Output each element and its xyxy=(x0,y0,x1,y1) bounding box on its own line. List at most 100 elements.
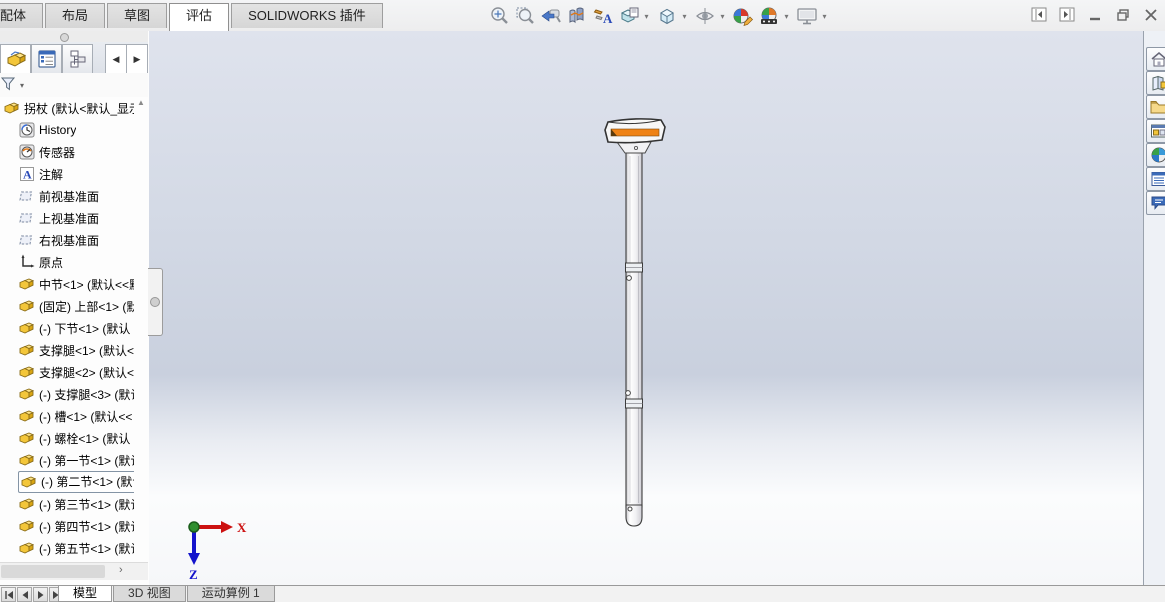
tree-item-16[interactable]: (-) 第二节<1> (默认 xyxy=(0,471,134,493)
tree-item-13[interactable]: (-) 槽<1> (默认<< xyxy=(0,405,134,427)
history-icon xyxy=(18,122,35,138)
tree-item-9[interactable]: (-) 下节<1> (默认 xyxy=(0,317,134,339)
tree-item-5[interactable]: 右视基准面 xyxy=(0,229,134,251)
part-icon xyxy=(18,386,35,402)
tree-item-14[interactable]: (-) 螺栓<1> (默认 xyxy=(0,427,134,449)
tree-item-3[interactable]: 前视基准面 xyxy=(0,185,134,207)
section-view-icon[interactable] xyxy=(565,4,589,28)
taskpane-solidworks-resources-home-icon[interactable] xyxy=(1146,47,1165,71)
zoom-to-fit-icon[interactable] xyxy=(487,4,511,28)
ribbon-tab-1[interactable]: 布局 xyxy=(45,3,105,28)
tree-item-6[interactable]: 原点 xyxy=(0,251,134,273)
panel-tab-configuration-manager[interactable] xyxy=(62,44,93,73)
taskpane-file-explorer-icon[interactable] xyxy=(1146,95,1165,119)
tree-item-15[interactable]: (-) 第一节<1> (默认 xyxy=(0,449,134,471)
filter-funnel-icon[interactable] xyxy=(0,75,18,96)
sheet-next-icon[interactable] xyxy=(33,587,48,602)
splitter-dot xyxy=(150,297,160,307)
part-icon xyxy=(18,496,35,512)
sensors-icon xyxy=(18,144,35,160)
taskpane-design-library-icon[interactable] xyxy=(1146,71,1165,95)
panel-splitter-handle[interactable] xyxy=(148,268,163,336)
svg-text:Z: Z xyxy=(189,567,198,582)
apply-scene-dropdown-caret[interactable]: ▾ xyxy=(782,12,791,21)
collapse-right-pane-button[interactable] xyxy=(1055,5,1079,25)
tree-item-7[interactable]: 中节<1> (默认<<默 xyxy=(0,273,134,295)
panel-tabs-left-icon[interactable]: ◀ xyxy=(106,45,126,73)
tree-item-label: History xyxy=(39,123,76,137)
taskpane-custom-properties-list-icon[interactable] xyxy=(1146,167,1165,191)
view-settings-dropdown-caret[interactable]: ▾ xyxy=(820,12,829,21)
svg-text:A: A xyxy=(23,168,32,182)
tree-item-10[interactable]: 支撑腿<1> (默认< xyxy=(0,339,134,361)
feature-tree: 拐杖 (默认<默认_显示 History 传感器 A 注解前视基准面上视基准面右视基准面… xyxy=(0,97,134,571)
graphics-viewport[interactable]: X Z xyxy=(149,31,1143,586)
view-orientation-icon[interactable] xyxy=(617,4,641,28)
coordinate-triad: X Z xyxy=(149,31,1143,585)
ribbon-tab-3[interactable]: 评估 xyxy=(169,3,229,31)
tree-item-4[interactable]: 上视基准面 xyxy=(0,207,134,229)
tree-horizontal-scrollbar[interactable]: › xyxy=(0,562,148,580)
tree-item-label: 注解 xyxy=(39,166,63,183)
sheet-prev-icon[interactable] xyxy=(17,587,32,602)
apply-scene-icon[interactable] xyxy=(757,4,781,28)
scrollbar-thumb[interactable] xyxy=(1,565,105,578)
zoom-to-area-icon[interactable] xyxy=(513,4,537,28)
part-icon xyxy=(18,298,35,314)
panel-tab-property-manager[interactable] xyxy=(31,44,62,73)
display-style-icon[interactable] xyxy=(655,4,679,28)
panel-pin-strip xyxy=(0,31,148,42)
restore-button[interactable] xyxy=(1111,5,1135,25)
taskpane-appearances-scenes-icon[interactable] xyxy=(1146,143,1165,167)
tree-item-label: (-) 第二节<1> (默认 xyxy=(41,473,134,490)
display-style-dropdown-caret[interactable]: ▾ xyxy=(680,12,689,21)
tree-item-label: 原点 xyxy=(39,254,63,271)
scroll-right-icon[interactable]: › xyxy=(119,564,123,576)
tree-item-12[interactable]: (-) 支撑腿<3> (默认 xyxy=(0,383,134,405)
task-pane-strip xyxy=(1143,31,1165,585)
tree-item-19[interactable]: (-) 第五节<1> (默认 xyxy=(0,537,134,559)
tree-item-1[interactable]: 传感器 xyxy=(0,141,134,163)
tree-item-11[interactable]: 支撑腿<2> (默认< xyxy=(0,361,134,383)
hide-show-items-dropdown-caret[interactable]: ▾ xyxy=(718,12,727,21)
tree-item-label: (-) 下节<1> (默认 xyxy=(39,320,130,337)
close-button[interactable] xyxy=(1139,5,1163,25)
panel-tab-feature-manager-tree[interactable] xyxy=(0,44,31,73)
panel-tabs-right-icon[interactable]: ▶ xyxy=(126,45,147,73)
sheet-tab-0[interactable]: 模型 xyxy=(58,586,112,602)
ribbon-tab-4[interactable]: SOLIDWORKS 插件 xyxy=(231,3,383,28)
taskpane-forum-tag-icon[interactable] xyxy=(1146,191,1165,215)
collapse-left-pane-button[interactable] xyxy=(1027,5,1051,25)
ribbon-tab-2[interactable]: 草图 xyxy=(107,3,167,28)
ribbon-tab-0[interactable]: 装配体 xyxy=(0,3,43,28)
tree-item-label: (-) 第一节<1> (默认 xyxy=(39,452,134,469)
minimize-button[interactable] xyxy=(1083,5,1107,25)
hide-show-items-icon[interactable] xyxy=(693,4,717,28)
tree-item-label: 支撑腿<1> (默认< xyxy=(39,342,134,359)
svg-text:X: X xyxy=(237,520,247,535)
tree-vertical-scrollbar[interactable]: ▲ ▼ xyxy=(135,97,147,571)
tree-item-0[interactable]: History xyxy=(0,119,134,141)
part-icon xyxy=(18,342,35,358)
part-icon xyxy=(18,276,35,292)
tree-item-2[interactable]: A 注解 xyxy=(0,163,134,185)
tree-item-18[interactable]: (-) 第四节<1> (默认 xyxy=(0,515,134,537)
sheet-first-icon[interactable] xyxy=(1,587,16,602)
view-settings-icon[interactable] xyxy=(795,4,819,28)
scroll-up-icon[interactable]: ▲ xyxy=(135,97,147,109)
taskpane-view-palette-icon[interactable] xyxy=(1146,119,1165,143)
tree-item-label: (-) 螺栓<1> (默认 xyxy=(39,430,130,447)
tree-item-label: 上视基准面 xyxy=(39,210,99,227)
part-icon xyxy=(18,452,35,468)
tree-item-17[interactable]: (-) 第三节<1> (默认 xyxy=(0,493,134,515)
sheet-tab-2[interactable]: 运动算例 1 xyxy=(187,586,275,602)
annotation-view-icon[interactable]: A xyxy=(591,4,615,28)
tree-root-assembly[interactable]: 拐杖 (默认<默认_显示 xyxy=(0,97,134,119)
view-orientation-dropdown-caret[interactable]: ▾ xyxy=(642,12,651,21)
previous-view-icon[interactable] xyxy=(539,4,563,28)
sheet-tab-1[interactable]: 3D 视图 xyxy=(113,586,186,602)
filter-dropdown-caret[interactable]: ▾ xyxy=(20,81,24,90)
edit-appearance-icon[interactable] xyxy=(731,4,755,28)
panel-pin-dot[interactable] xyxy=(60,33,69,42)
tree-item-8[interactable]: (固定) 上部<1> (默 xyxy=(0,295,134,317)
